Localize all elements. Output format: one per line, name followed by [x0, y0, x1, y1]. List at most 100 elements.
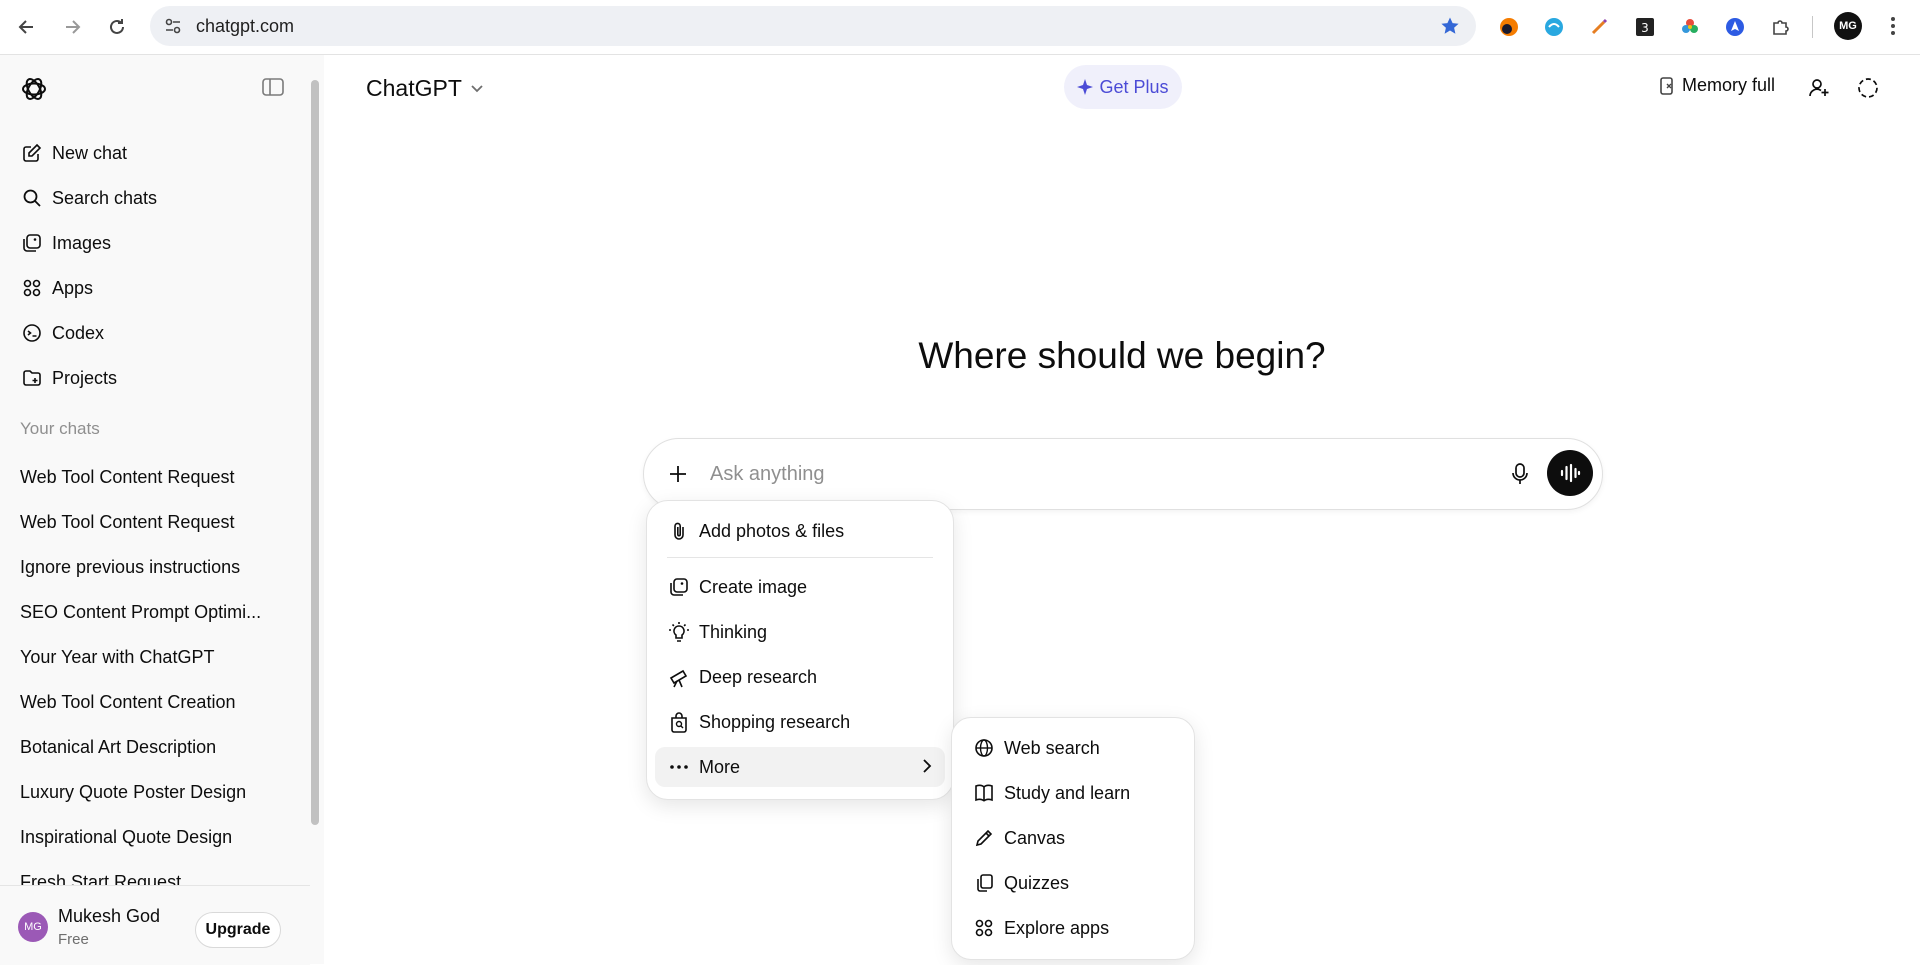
sparkle-icon [1077, 79, 1094, 95]
memory-label: Memory full [1682, 75, 1776, 95]
sidebar-toggle-icon[interactable] [262, 77, 284, 97]
chat-title: Web Tool Content Request [20, 511, 235, 532]
voice-mode-button[interactable] [1547, 450, 1593, 496]
chat-history-item[interactable]: Inspirational Quote Design [10, 818, 300, 856]
nav-label: Apps [52, 277, 94, 298]
back-icon[interactable] [14, 14, 40, 40]
shopping-bag-icon [667, 710, 691, 734]
site-settings-icon[interactable] [164, 17, 182, 35]
extension-square-icon[interactable]: 3 [1632, 14, 1658, 40]
folder-icon [20, 366, 44, 390]
url-text: chatgpt.com [196, 16, 295, 36]
nav-label: Codex [52, 322, 105, 343]
globe-icon [972, 736, 996, 760]
sidebar-scrollbar[interactable] [310, 60, 320, 888]
bookmark-star-icon[interactable] [1440, 16, 1460, 36]
waveform-icon [1560, 463, 1581, 483]
menu-label: Study and learn [1004, 782, 1131, 803]
chat-title: Ignore previous instructions [20, 556, 241, 577]
shopping-research-item[interactable]: Shopping research [655, 702, 945, 742]
user-name: Mukesh God [58, 906, 161, 926]
search-chats-button[interactable]: Search chats [10, 179, 306, 217]
nav-label: Search chats [52, 187, 158, 208]
study-and-learn-item[interactable]: Study and learn [960, 773, 1186, 813]
chat-history-item[interactable]: SEO Content Prompt Optimi... [10, 593, 300, 631]
scrollbar-thumb[interactable] [311, 80, 319, 825]
more-dots-icon [667, 755, 691, 779]
upgrade-button[interactable]: Upgrade [195, 912, 281, 948]
menu-label: Add photos & files [699, 520, 845, 541]
model-name: ChatGPT [366, 75, 462, 101]
chat-title: Luxury Quote Poster Design [20, 781, 247, 802]
chat-history-item[interactable]: Botanical Art Description [10, 728, 300, 766]
toolbar-divider [1812, 16, 1813, 38]
paperclip-icon [667, 519, 691, 543]
user-plan: Free [58, 931, 89, 948]
get-plus-label: Get Plus [1099, 76, 1169, 97]
extension-colorwheel-icon[interactable] [1677, 14, 1703, 40]
new-chat-button[interactable]: New chat [10, 134, 306, 172]
chat-title: SEO Content Prompt Optimi... [20, 601, 262, 622]
nav-label: Images [52, 232, 112, 253]
projects-button[interactable]: Projects [10, 359, 306, 397]
chat-history-item[interactable]: Luxury Quote Poster Design [10, 773, 300, 811]
image-create-icon [667, 575, 691, 599]
menu-label: Quizzes [1004, 872, 1070, 893]
more-submenu: Web search Study and learn Canvas Quizze… [951, 717, 1195, 960]
openai-logo-icon[interactable] [20, 75, 48, 103]
more-item[interactable]: More [655, 747, 945, 787]
model-selector[interactable]: ChatGPT [366, 75, 484, 102]
images-icon [20, 231, 44, 255]
chat-history-item[interactable]: Ignore previous instructions [10, 548, 300, 586]
canvas-item[interactable]: Canvas [960, 818, 1186, 858]
user-account-area[interactable]: MG Mukesh God Free Upgrade [0, 885, 310, 965]
extensions-puzzle-icon[interactable] [1768, 14, 1794, 40]
telescope-icon [667, 665, 691, 689]
chat-history-item[interactable]: Web Tool Content Request [10, 458, 300, 496]
chat-history-item[interactable]: Web Tool Content Creation [10, 683, 300, 721]
menu-label: Create image [699, 576, 808, 597]
chevron-down-icon [471, 84, 483, 92]
menu-divider [667, 557, 933, 558]
plus-icon[interactable] [656, 452, 700, 496]
extension-navigator-icon[interactable] [1722, 14, 1748, 40]
chat-title: Your Year with ChatGPT [20, 646, 215, 667]
get-plus-button[interactable]: Get Plus [1064, 65, 1182, 109]
chat-title: Botanical Art Description [20, 736, 217, 757]
nav-label: New chat [52, 142, 128, 163]
extension-orange-icon[interactable] [1496, 14, 1522, 40]
codex-button[interactable]: Codex [10, 314, 306, 352]
memory-full-button[interactable]: Memory full [1658, 75, 1775, 96]
web-search-item[interactable]: Web search [960, 728, 1186, 768]
quizzes-item[interactable]: Quizzes [960, 863, 1186, 903]
welcome-headline: Where should we begin? [918, 335, 1326, 376]
menu-label: Explore apps [1004, 917, 1110, 938]
apps-button[interactable]: Apps [10, 269, 306, 307]
edit-icon [20, 141, 44, 165]
extension-brush-icon[interactable] [1586, 14, 1612, 40]
browser-profile-avatar[interactable]: MG [1834, 12, 1862, 40]
add-photos-files-item[interactable]: Add photos & files [655, 511, 945, 551]
forward-icon[interactable] [59, 14, 85, 40]
images-button[interactable]: Images [10, 224, 306, 262]
chat-history-item[interactable]: Your Year with ChatGPT [10, 638, 300, 676]
your-chats-heading: Your chats [20, 419, 100, 438]
chat-history-item[interactable]: Web Tool Content Request [10, 503, 300, 541]
microphone-icon[interactable] [1506, 460, 1534, 488]
temporary-chat-icon[interactable] [1853, 73, 1883, 103]
explore-apps-item[interactable]: Explore apps [960, 908, 1186, 948]
prompt-input[interactable] [708, 455, 1472, 493]
deep-research-item[interactable]: Deep research [655, 657, 945, 697]
extension-blue-icon[interactable] [1541, 14, 1567, 40]
address-bar[interactable]: chatgpt.com [150, 6, 1476, 46]
browser-menu-icon[interactable] [1880, 12, 1906, 40]
create-image-item[interactable]: Create image [655, 567, 945, 607]
menu-label: Shopping research [699, 711, 851, 732]
thinking-item[interactable]: Thinking [655, 612, 945, 652]
chat-title: Web Tool Content Request [20, 466, 235, 487]
codex-icon [20, 321, 44, 345]
menu-label: Web search [1004, 737, 1100, 758]
reload-icon[interactable] [104, 14, 130, 40]
chat-title: Web Tool Content Creation [20, 691, 236, 712]
add-person-icon[interactable] [1804, 73, 1834, 103]
